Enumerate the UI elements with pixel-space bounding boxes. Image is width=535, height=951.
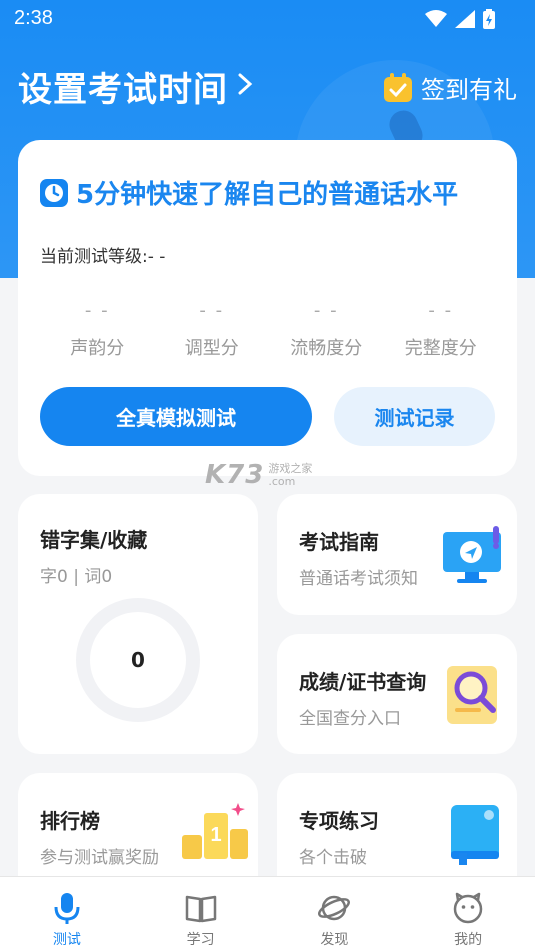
face-icon [453,892,483,924]
score-completeness: - - 完整度分 [384,300,499,360]
score-label: 调型分 [184,338,239,359]
svg-text:1: 1 [210,824,221,846]
watermark-small-top: 游戏之家 [268,462,313,475]
nav-label: 测试 [52,932,81,948]
checkin-button[interactable]: 签到有礼 [383,70,517,105]
certificate-search-icon [447,666,497,724]
status-bar: 2:38 [0,0,535,36]
wifi-icon [425,10,447,27]
planet-icon [318,895,351,921]
watermark: K73 游戏之家 .com [205,460,312,490]
tile-title: 错字集/收藏 [40,528,148,552]
book-open-icon [185,895,216,923]
quick-test-card: 5分钟快速了解自己的普通话水平 当前测试等级:- - - - 声韵分 - - 调… [18,140,517,476]
chevron-right-icon[interactable] [236,72,254,96]
watermark-small: 游戏之家 .com [268,462,312,488]
quick-test-title: 5分钟快速了解自己的普通话水平 [76,180,459,210]
battery-icon [483,9,495,29]
status-time: 2:38 [14,7,53,29]
checkin-label: 签到有礼 [421,76,517,104]
collection-count: 0 [131,648,145,672]
score-pitch: - - 调型分 [155,300,270,360]
set-exam-time-title[interactable]: 设置考试时间 [18,62,228,111]
score-value: - - [199,300,225,321]
tile-subtitle: 各个击破 [299,848,367,868]
nav-test[interactable]: 测试 [0,877,134,951]
nav-study[interactable]: 学习 [134,877,268,951]
score-label: 流畅度分 [290,338,363,359]
nav-label: 我的 [454,932,483,948]
score-label: 声韵分 [70,338,125,359]
score-label: 完整度分 [404,338,477,359]
nav-label: 学习 [186,932,215,948]
bottom-navigation: 测试 学习 发现 我的 [0,876,535,951]
tile-title: 专项练习 [299,809,379,833]
status-icons [425,9,495,29]
tile-subtitle: 普通话考试须知 [299,569,418,589]
nav-discover[interactable]: 发现 [268,877,402,951]
score-value: - - [313,300,339,321]
nav-label: 发现 [320,932,349,948]
mic-icon [54,893,80,924]
score-certificate-query-tile[interactable]: 成绩/证书查询 全国查分入口 [277,634,517,754]
quick-test-heading: 5分钟快速了解自己的普通话水平 [40,174,458,211]
tile-subtitle: 字0 | 词0 [40,567,113,587]
score-value: - - [84,300,110,321]
wrong-words-collection-tile[interactable]: 错字集/收藏 字0 | 词0 0 [18,494,258,754]
clock-icon [40,178,68,207]
monitor-icon [443,526,501,583]
podium-icon: 1 [182,803,248,859]
calendar-check-icon [384,72,412,102]
watermark-small-bottom: .com [268,475,296,488]
tile-title: 考试指南 [299,530,379,554]
score-tone: - - 声韵分 [40,300,155,360]
nav-mine[interactable]: 我的 [401,877,535,951]
collection-count-ring: 0 [76,598,200,722]
score-row: - - 声韵分 - - 调型分 - - 流畅度分 - - 完整度分 [40,300,498,360]
score-value: - - [428,300,454,321]
score-fluency: - - 流畅度分 [269,300,384,360]
full-mock-test-button[interactable]: 全真模拟测试 [40,387,312,446]
book-icon [451,805,499,865]
tile-subtitle: 参与测试赢奖励 [40,848,159,868]
tile-title: 排行榜 [40,809,100,833]
current-level-value: - - [147,247,166,267]
signal-icon [455,10,475,28]
tile-title: 成绩/证书查询 [299,670,427,694]
current-level-row: 当前测试等级:- - [40,242,165,267]
exam-guide-tile[interactable]: 考试指南 普通话考试须知 [277,494,517,615]
watermark-text: K73 [205,460,265,490]
test-records-button[interactable]: 测试记录 [334,387,495,446]
current-level-label: 当前测试等级: [40,247,148,267]
tile-subtitle: 全国查分入口 [299,709,401,729]
